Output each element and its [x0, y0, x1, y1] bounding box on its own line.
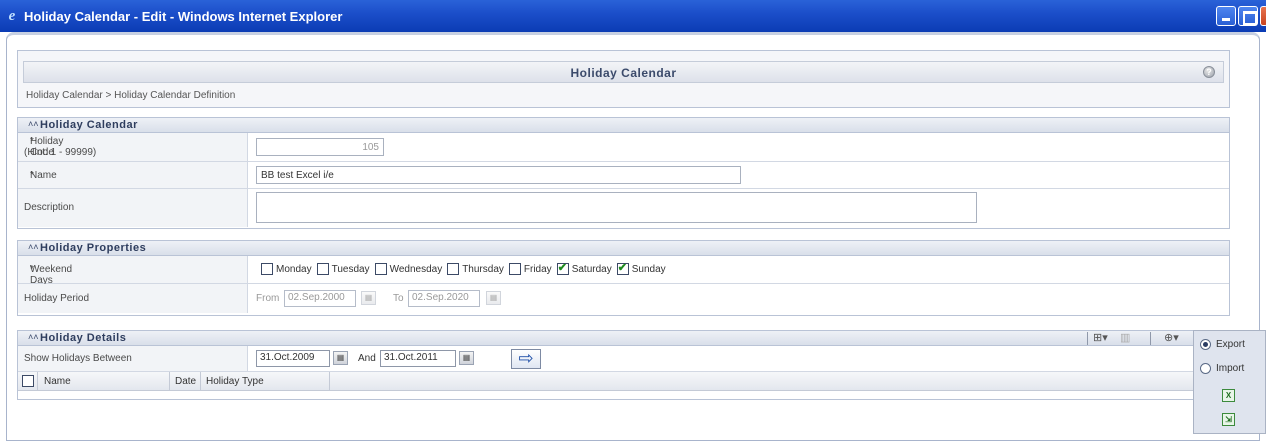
close-button[interactable]: [1260, 6, 1266, 26]
column-header-name[interactable]: Name: [38, 372, 170, 391]
holiday-properties-section: ˄˄ Holiday Properties Weekend Days * Mond…: [17, 240, 1230, 316]
export-option[interactable]: Export: [1200, 339, 1245, 350]
calendar-icon[interactable]: ▦: [333, 351, 348, 365]
weekend-checkbox-friday[interactable]: [508, 263, 521, 276]
weekend-checkbox-tuesday[interactable]: [316, 263, 329, 276]
to-label: To: [393, 293, 404, 304]
weekend-days-group: Monday Tuesday Wednesday Thursday Friday Satu…: [261, 261, 671, 276]
weekend-checkbox-sunday[interactable]: [616, 261, 629, 276]
select-all-checkbox[interactable]: [22, 375, 34, 387]
collapse-chevron-icon[interactable]: ˄˄: [28, 332, 39, 342]
maximize-button[interactable]: [1238, 6, 1258, 26]
excel-export-icon[interactable]: X: [1222, 389, 1235, 402]
weekend-day-label: Monday: [276, 263, 312, 275]
weekend-day-label: Tuesday: [331, 263, 370, 275]
holiday-calendar-section-header[interactable]: ˄˄ Holiday Calendar: [18, 118, 1229, 133]
weekend-day-label: Thursday: [462, 263, 504, 275]
holiday-calendar-section: ˄˄ Holiday Calendar Holiday Code * (Hint…: [17, 117, 1230, 229]
holiday-period-label: Holiday Period: [24, 293, 90, 304]
page-header-panel: Holiday Calendar ? Holiday Calendar > Ho…: [17, 50, 1230, 108]
go-arrow-button[interactable]: ⇨: [511, 349, 541, 369]
description-field[interactable]: [256, 192, 977, 223]
section-title: Holiday Calendar: [40, 119, 138, 131]
minimize-button[interactable]: [1216, 6, 1236, 26]
excel-import-icon[interactable]: ⇲: [1222, 413, 1235, 426]
holiday-properties-section-header[interactable]: ˄˄ Holiday Properties: [18, 241, 1229, 256]
show-holidays-row: Show Holidays Between 31.Oct.2009 ▦ And …: [18, 346, 1229, 372]
weekend-day-label: Sunday: [631, 263, 666, 275]
weekend-checkbox-saturday[interactable]: [556, 261, 569, 276]
holiday-details-section: ˄˄ Holiday Details ⊞▾ ▥ ⊕▾ Show Holidays…: [17, 330, 1230, 400]
name-row: Name *: [18, 162, 1229, 189]
weekend-day-label: Friday: [523, 263, 552, 275]
weekend-day-label: Wednesday: [389, 263, 443, 275]
internet-explorer-icon: e: [8, 8, 16, 24]
description-label: Description: [24, 202, 75, 213]
export-import-menu: Export Import X ⇲: [1193, 330, 1266, 434]
add-icon[interactable]: ⊞▾: [1093, 331, 1108, 344]
start-date-field[interactable]: 31.Oct.2009: [256, 350, 330, 367]
weekend-days-row: Weekend Days * Monday Tuesday Wednesday Thur…: [18, 256, 1229, 286]
holiday-period-row: Holiday Period From 02.Sep.2000 ▦ To 02.…: [18, 284, 1229, 313]
page-header-bar: Holiday Calendar ?: [23, 61, 1224, 83]
import-radio[interactable]: [1200, 363, 1211, 374]
calendar-icon[interactable]: ▦: [361, 291, 376, 305]
page-title: Holiday Calendar: [570, 66, 677, 80]
import-option[interactable]: Import: [1200, 363, 1244, 374]
calendar-icon[interactable]: ▦: [459, 351, 474, 365]
period-from-date[interactable]: 02.Sep.2000: [284, 290, 356, 307]
export-radio[interactable]: [1200, 339, 1211, 350]
holiday-code-row: Holiday Code * (Hint: 1 - 99999): [18, 133, 1229, 162]
show-holidays-label: Show Holidays Between: [24, 353, 132, 364]
holiday-code-field[interactable]: [256, 138, 384, 156]
name-label: Name: [30, 170, 57, 181]
name-field[interactable]: [256, 166, 741, 184]
column-header-date[interactable]: Date: [170, 372, 201, 391]
weekend-checkbox-wednesday[interactable]: [374, 263, 387, 276]
column-header-holiday-type[interactable]: Holiday Type: [201, 372, 330, 391]
delete-icon[interactable]: ▥: [1120, 331, 1130, 344]
collapse-chevron-icon[interactable]: ˄˄: [28, 119, 39, 129]
window-titlebar: e Holiday Calendar - Edit - Windows Inte…: [0, 0, 1266, 32]
collapse-chevron-icon[interactable]: ˄˄: [28, 242, 39, 252]
window-title: Holiday Calendar - Edit - Windows Intern…: [24, 9, 343, 24]
section-title: Holiday Details: [40, 332, 127, 344]
from-label: From: [256, 293, 280, 304]
weekend-days-label: Weekend Days: [30, 264, 73, 286]
help-icon[interactable]: ?: [1203, 66, 1215, 78]
section-title: Holiday Properties: [40, 242, 147, 254]
holiday-details-section-header[interactable]: ˄˄ Holiday Details ⊞▾ ▥ ⊕▾: [18, 331, 1229, 346]
export-import-icon[interactable]: ⊕▾: [1164, 331, 1179, 344]
and-label: And: [358, 353, 376, 364]
breadcrumb: Holiday Calendar > Holiday Calendar Defi…: [26, 90, 236, 101]
weekend-checkbox-monday[interactable]: [261, 263, 273, 276]
holiday-grid-header: Name Date Holiday Type: [18, 372, 1229, 391]
calendar-icon[interactable]: ▦: [486, 291, 501, 305]
holiday-code-hint: (Hint: 1 - 99999): [24, 147, 97, 158]
weekend-day-label: Saturday: [571, 263, 612, 275]
description-row: Description: [18, 189, 1229, 227]
weekend-checkbox-thursday[interactable]: [447, 263, 460, 276]
period-to-date[interactable]: 02.Sep.2020: [408, 290, 480, 307]
end-date-field[interactable]: 31.Oct.2011: [380, 350, 456, 367]
